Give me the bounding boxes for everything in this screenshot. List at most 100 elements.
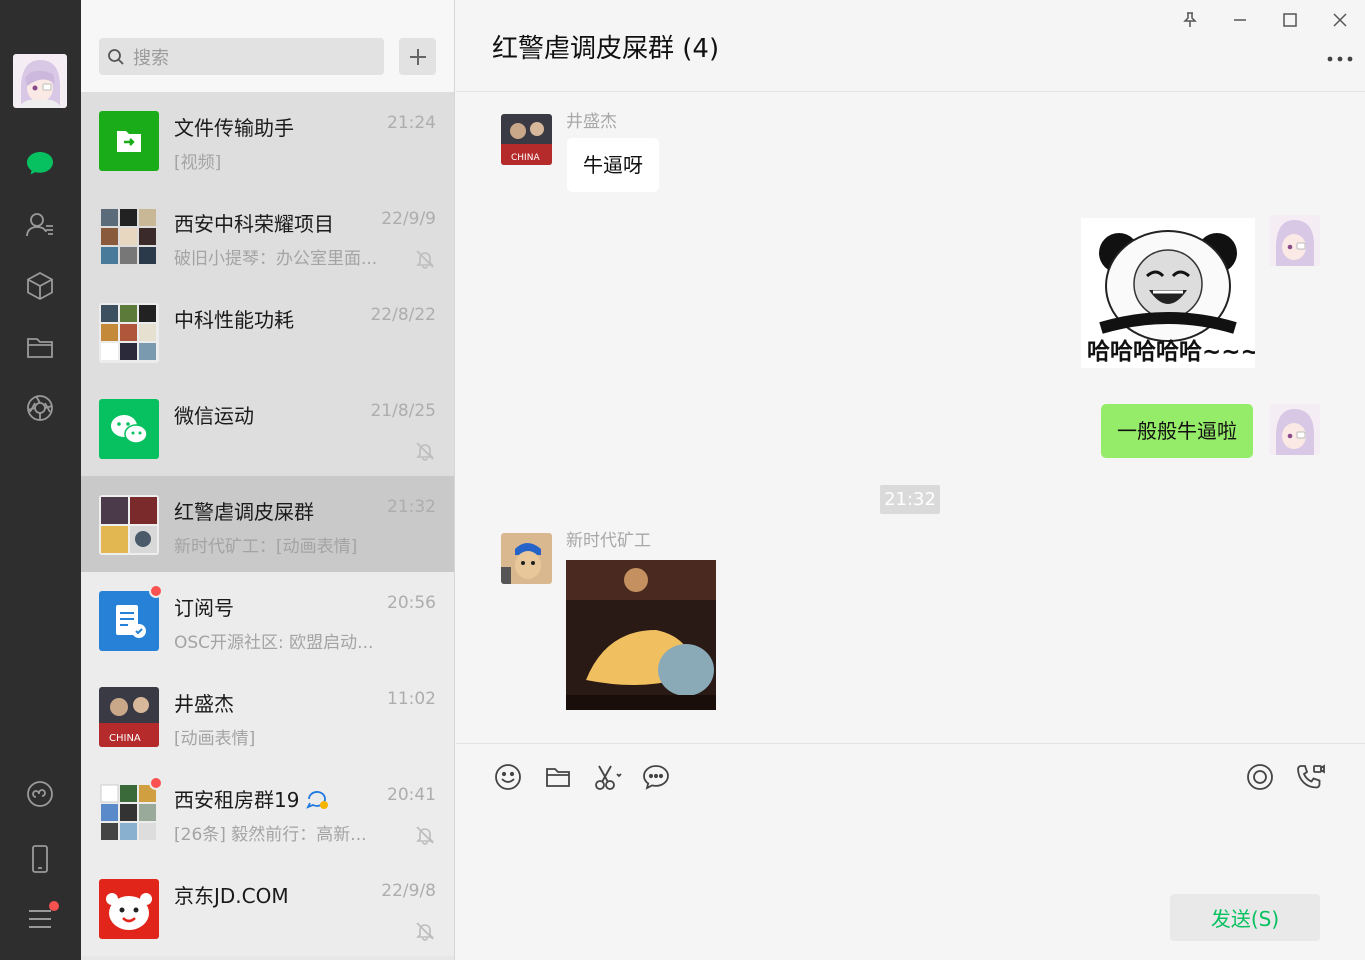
- chat-title: 红警虐调皮屎群: [174, 500, 314, 524]
- mute-icon: [416, 922, 434, 941]
- call-button[interactable]: [1295, 762, 1325, 792]
- favorites-icon[interactable]: [20, 266, 60, 306]
- chat-preview: [26条] 毅然前行：高新...: [174, 825, 367, 845]
- my-avatar[interactable]: [1269, 404, 1320, 455]
- group-avatar: [99, 783, 159, 843]
- pin-icon: [1183, 12, 1197, 27]
- chat-bubble-icon: [643, 765, 669, 790]
- mini-program-icon[interactable]: [20, 774, 60, 814]
- svg-text:CHINA: CHINA: [511, 153, 540, 163]
- message-bubble-outgoing[interactable]: 一般般牛逼啦: [1101, 404, 1253, 458]
- group-chat-icon: [306, 791, 329, 809]
- phone-icon[interactable]: [20, 839, 60, 879]
- input-divider: [456, 743, 1365, 744]
- unread-dot: [149, 776, 163, 790]
- maximize-icon: [1283, 13, 1297, 27]
- live-button[interactable]: [1245, 762, 1275, 792]
- subscription-avatar: [99, 591, 159, 651]
- send-file-button[interactable]: [543, 762, 573, 792]
- sender-avatar[interactable]: CHINA: [501, 114, 552, 165]
- moments-icon[interactable]: [20, 388, 60, 428]
- chat-title: 井盛杰: [174, 692, 234, 716]
- contacts-icon[interactable]: [20, 205, 60, 245]
- chat-item-xian-zhongke[interactable]: 西安中科荣耀项目 22/9/9 破旧小提琴：办公室里面...: [81, 188, 454, 284]
- close-icon: [1333, 13, 1347, 27]
- chat-item-rental-group[interactable]: 西安租房群19 20:41 [26条] 毅然前行：高新...: [81, 764, 454, 860]
- chat-preview: [动画表情]: [174, 729, 256, 749]
- chat-preview: 破旧小提琴：办公室里面...: [174, 249, 378, 269]
- emoji-icon: [495, 764, 521, 790]
- chat-title-text: 西安租房群19: [174, 788, 300, 812]
- add-button[interactable]: [399, 38, 436, 75]
- chat-time: 20:41: [387, 785, 436, 805]
- chat-item-jd[interactable]: 京东JD.COM 22/9/8: [81, 860, 454, 956]
- chat-time: 21:24: [387, 113, 436, 133]
- header-divider: [456, 91, 1365, 92]
- plus-icon: [409, 48, 426, 65]
- minimize-button[interactable]: [1228, 8, 1252, 32]
- maximize-button[interactable]: [1278, 8, 1302, 32]
- chat-history-button[interactable]: [641, 762, 671, 792]
- send-button[interactable]: 发送(S): [1170, 894, 1320, 941]
- folder-icon: [546, 768, 570, 787]
- sender-avatar[interactable]: [501, 533, 552, 584]
- chat-preview: 新时代矿工：[动画表情]: [174, 537, 358, 557]
- chat-preview: [视频]: [174, 153, 222, 173]
- nav-sidebar: [0, 0, 81, 960]
- chat-list-header: 搜索: [81, 0, 454, 92]
- chat-title: 中科性能功耗: [174, 308, 294, 332]
- sticker-message[interactable]: 哈哈哈哈哈~~~: [1081, 218, 1255, 368]
- my-avatar[interactable]: [1269, 215, 1320, 266]
- close-button[interactable]: [1328, 8, 1352, 32]
- chat-item-werun[interactable]: 微信运动 21/8/25: [81, 380, 454, 476]
- chat-item-subscriptions[interactable]: 订阅号 20:56 OSC开源社区: 欧盟启动...: [81, 572, 454, 668]
- avatar[interactable]: [13, 54, 67, 108]
- chat-title: 京东JD.COM: [174, 884, 289, 908]
- emoji-button[interactable]: [493, 762, 523, 792]
- more-icon: [1327, 56, 1353, 62]
- chat-item-zhongke-perf[interactable]: 中科性能功耗 22/8/22: [81, 284, 454, 380]
- chat-title: 订阅号: [174, 596, 234, 620]
- search-input[interactable]: 搜索: [99, 38, 384, 75]
- chat-time: 21/8/25: [370, 401, 436, 421]
- chat-list-panel: 搜索 文件传输助手 21:24 [视频] 西安中科荣耀项目 22/9/9 破旧小…: [81, 0, 455, 960]
- screenshot-button[interactable]: [593, 762, 623, 792]
- conversation-title: 红警虐调皮屎群 (4): [492, 34, 720, 64]
- group-avatar: [99, 303, 159, 363]
- more-options-button[interactable]: [1326, 52, 1354, 66]
- message-sender: 井盛杰: [566, 112, 617, 132]
- mute-icon: [416, 442, 434, 461]
- scissors-icon: [595, 765, 622, 790]
- file-transfer-avatar: [99, 111, 159, 171]
- chat-title: 西安租房群19: [174, 784, 329, 813]
- pin-window-button[interactable]: [1178, 8, 1202, 32]
- chat-title: 西安中科荣耀项目: [174, 212, 334, 236]
- chat-item-hongjing-group[interactable]: 红警虐调皮屎群 21:32 新时代矿工：[动画表情]: [81, 476, 454, 572]
- chat-item-file-transfer[interactable]: 文件传输助手 21:24 [视频]: [81, 92, 454, 188]
- group-avatar: [99, 495, 159, 555]
- chat-preview: OSC开源社区: 欧盟启动...: [174, 633, 374, 653]
- group-avatar: [99, 207, 159, 267]
- folder-icon[interactable]: [20, 327, 60, 367]
- search-icon: [108, 48, 124, 65]
- werun-avatar: [99, 399, 159, 459]
- chat-time: 20:56: [387, 593, 436, 613]
- chat-items: 文件传输助手 21:24 [视频] 西安中科荣耀项目 22/9/9 破旧小提琴：…: [81, 92, 454, 956]
- chat-title: 文件传输助手: [174, 116, 294, 140]
- animated-sticker-message[interactable]: [566, 560, 716, 710]
- live-icon: [1247, 764, 1273, 790]
- chat-title: 微信运动: [174, 404, 254, 428]
- sticker-caption: 哈哈哈哈哈~~~: [1087, 339, 1255, 365]
- jd-avatar: [99, 879, 159, 939]
- message-bubble[interactable]: 牛逼呀: [567, 138, 659, 192]
- minimize-icon: [1234, 19, 1246, 21]
- chat-time: 22/8/22: [370, 305, 436, 325]
- phone-call-icon: [1297, 764, 1325, 789]
- mute-icon: [416, 250, 434, 269]
- unread-dot: [149, 584, 163, 598]
- chat-item-jing-shengjie[interactable]: CHINA 井盛杰 11:02 [动画表情]: [81, 668, 454, 764]
- chat-icon[interactable]: [20, 143, 60, 183]
- search-placeholder: 搜索: [133, 47, 169, 69]
- chat-time: 11:02: [387, 689, 436, 709]
- svg-text:CHINA: CHINA: [109, 733, 141, 744]
